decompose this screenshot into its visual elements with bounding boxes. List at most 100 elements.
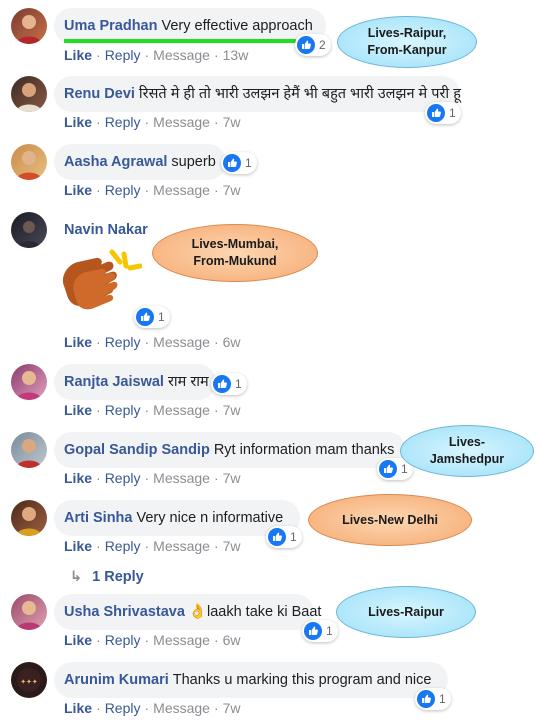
reply-link[interactable]: Reply: [105, 47, 141, 63]
like-link[interactable]: Like: [64, 334, 92, 350]
avatar[interactable]: [11, 500, 47, 536]
comment-text: Ryt information mam thanks: [213, 442, 395, 458]
comment-actions: Like · Reply · Message · 7w: [64, 538, 241, 554]
comment-author[interactable]: Aasha Agrawal: [64, 154, 167, 170]
message-link[interactable]: Message: [153, 114, 210, 130]
comment-actions: Like · Reply · Message · 7w: [64, 470, 241, 486]
svg-text:✦✦✦: ✦✦✦: [20, 678, 38, 686]
reply-link[interactable]: Reply: [105, 334, 141, 350]
reply-link[interactable]: Reply: [105, 182, 141, 198]
timestamp[interactable]: 7w: [223, 114, 241, 130]
comment-text: laakh take ki Baat: [206, 604, 322, 620]
comment-author[interactable]: Gopal Sandip Sandip: [64, 442, 210, 458]
profile-photo-icon: [16, 439, 42, 468]
comment-bubble: Ranjta Jaiswal राम राम: [54, 364, 216, 400]
avatar[interactable]: [11, 76, 47, 112]
like-link[interactable]: Like: [64, 114, 92, 130]
reaction-count[interactable]: 1: [134, 306, 170, 328]
message-link[interactable]: Message: [153, 334, 210, 350]
like-link[interactable]: Like: [64, 632, 92, 648]
comment-text: Very effective approach: [161, 18, 313, 34]
message-link[interactable]: Message: [153, 632, 210, 648]
like-thumb-icon: [379, 460, 397, 478]
message-link[interactable]: Message: [153, 700, 210, 716]
like-link[interactable]: Like: [64, 538, 92, 554]
profile-photo-icon: [16, 601, 42, 630]
profile-photo-icon: [16, 371, 42, 400]
comment-actions: Like · Reply · Message · 6w: [64, 334, 241, 350]
like-link[interactable]: Like: [64, 182, 92, 198]
message-link[interactable]: Message: [153, 182, 210, 198]
timestamp[interactable]: 7w: [223, 700, 241, 716]
reaction-count[interactable]: 1: [415, 688, 451, 710]
avatar[interactable]: [11, 8, 47, 44]
comment-author[interactable]: Ranjta Jaiswal: [64, 374, 164, 390]
reply-link[interactable]: Reply: [105, 632, 141, 648]
comment-bubble: Arti Sinha Very nice n informative: [54, 500, 300, 536]
like-thumb-icon: [304, 622, 322, 640]
reply-link[interactable]: Reply: [105, 402, 141, 418]
avatar[interactable]: [11, 144, 47, 180]
message-link[interactable]: Message: [153, 538, 210, 554]
location-callout: Lives-Mumbai, From-Mukund: [152, 224, 318, 282]
comment-author[interactable]: Arunim Kumari: [64, 672, 169, 688]
reply-link[interactable]: Reply: [105, 470, 141, 486]
comment-author[interactable]: Uma Pradhan: [64, 18, 157, 34]
timestamp[interactable]: 13w: [223, 47, 249, 63]
timestamp[interactable]: 7w: [223, 182, 241, 198]
like-link[interactable]: Like: [64, 402, 92, 418]
comment-author[interactable]: Arti Sinha: [64, 510, 132, 526]
like-link[interactable]: Like: [64, 470, 92, 486]
comment-actions: Like · Reply · Message · 7w: [64, 182, 241, 198]
like-thumb-icon: [297, 36, 315, 54]
view-replies-link[interactable]: ↳ 1 Reply: [70, 569, 144, 585]
like-link[interactable]: Like: [64, 47, 92, 63]
reaction-count[interactable]: 1: [425, 102, 461, 124]
timestamp[interactable]: 7w: [223, 470, 241, 486]
reply-link[interactable]: Reply: [105, 538, 141, 554]
like-thumb-icon: [136, 308, 154, 326]
reaction-count[interactable]: 1: [266, 526, 302, 548]
profile-photo-icon: [16, 83, 42, 112]
like-thumb-icon: [417, 690, 435, 708]
message-link[interactable]: Message: [153, 47, 210, 63]
comment-bubble: Usha Shrivastava 👌laakh take ki Baat: [54, 594, 321, 630]
reply-link[interactable]: Reply: [105, 700, 141, 716]
reaction-count[interactable]: 1: [211, 373, 247, 395]
ok-hand-emoji: 👌: [188, 604, 207, 620]
avatar[interactable]: ✦✦✦: [11, 662, 47, 698]
avatar[interactable]: [11, 432, 47, 468]
like-thumb-icon: [268, 528, 286, 546]
timestamp[interactable]: 7w: [223, 402, 241, 418]
location-callout: Lives- Jamshedpur: [400, 425, 534, 477]
like-link[interactable]: Like: [64, 700, 92, 716]
comment-actions: Like · Reply · Message · 7w: [64, 402, 241, 418]
message-link[interactable]: Message: [153, 402, 210, 418]
profile-photo-icon: [16, 507, 42, 536]
avatar[interactable]: [11, 364, 47, 400]
comment-text: superb: [171, 154, 216, 170]
comment-author[interactable]: Navin Nakar: [64, 222, 148, 238]
timestamp[interactable]: 6w: [223, 632, 241, 648]
reaction-count[interactable]: 2: [295, 34, 331, 56]
message-link[interactable]: Message: [153, 470, 210, 486]
avatar[interactable]: [11, 212, 47, 248]
avatar[interactable]: [11, 594, 47, 630]
comment-text: Thanks u marking this program and nice: [172, 672, 432, 688]
timestamp[interactable]: 6w: [223, 334, 241, 350]
like-thumb-icon: [223, 154, 241, 172]
reply-link[interactable]: Reply: [105, 114, 141, 130]
comment-bubble: Arunim Kumari Thanks u marking this progr…: [54, 662, 448, 698]
timestamp[interactable]: 7w: [223, 538, 241, 554]
comment-author[interactable]: Renu Devi: [64, 86, 135, 102]
location-callout: Lives-New Delhi: [308, 494, 472, 546]
profile-photo-icon: ✦✦✦: [17, 668, 41, 692]
reply-arrow-icon: ↳: [70, 569, 83, 585]
comment-actions: Like · Reply · Message · 13w: [64, 47, 249, 63]
highlight-underline: [64, 39, 296, 43]
comment-actions: Like · Reply · Message · 6w: [64, 632, 241, 648]
comment-author[interactable]: Usha Shrivastava: [64, 604, 185, 620]
reaction-count[interactable]: 1: [221, 152, 257, 174]
reaction-count[interactable]: 1: [302, 620, 338, 642]
comment-bubble: Aasha Agrawal superb: [54, 144, 226, 180]
